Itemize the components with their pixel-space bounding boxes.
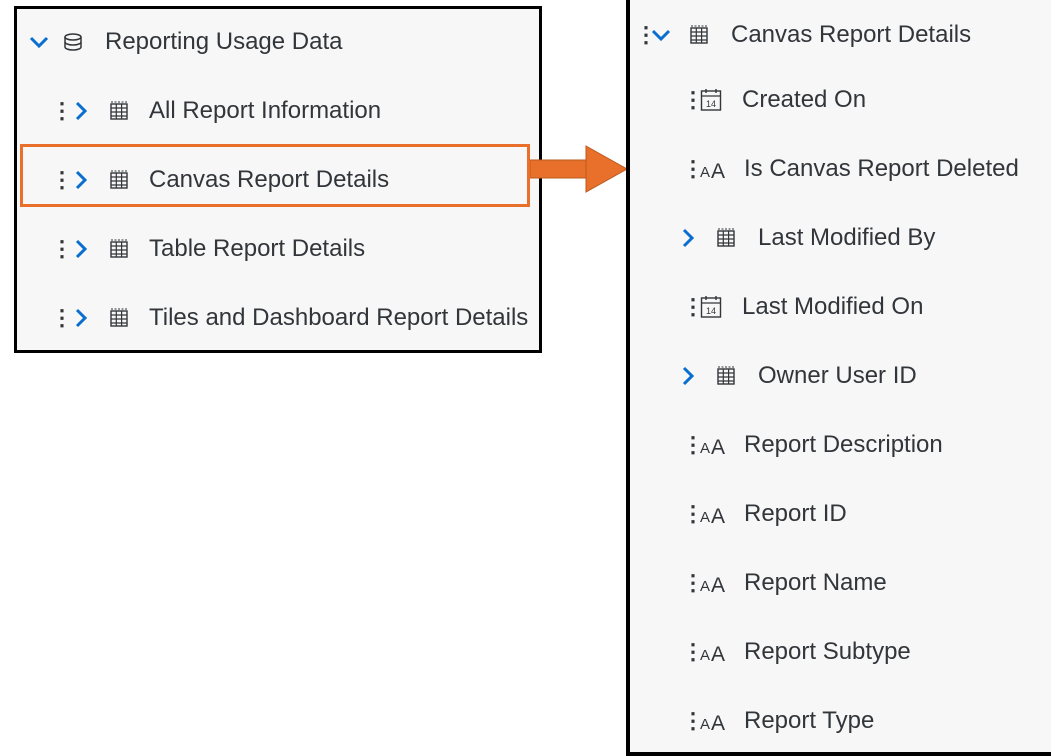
table-icon <box>716 366 736 386</box>
field-label: Last Modified On <box>742 292 924 320</box>
text-type-icon: AA <box>700 572 730 594</box>
table-icon <box>716 228 736 248</box>
text-type-icon: AA <box>700 641 730 663</box>
drag-handle-icon[interactable]: ⋮ <box>51 168 73 191</box>
field-label: Report ID <box>744 499 847 527</box>
chevron-down-icon[interactable] <box>651 28 671 42</box>
field-report-description[interactable]: ⋮ AA Report Description <box>630 410 1051 479</box>
text-type-icon: AA <box>700 158 730 180</box>
field-label: Owner User ID <box>758 361 917 389</box>
chevron-right-icon[interactable] <box>75 308 87 328</box>
table-icon <box>109 239 129 259</box>
drag-handle-icon[interactable]: ⋮ <box>682 295 704 318</box>
field-last-modified-on[interactable]: ⋮ 14 Last Modified On <box>630 272 1051 341</box>
svg-text:A: A <box>711 574 725 594</box>
svg-text:A: A <box>700 509 710 525</box>
tree-item-all-report-information[interactable]: ⋮ All Report Information <box>17 76 539 145</box>
tree-item-canvas-report-details[interactable]: ⋮ Canvas Report Details <box>17 145 539 214</box>
tree-root-canvas-report-details[interactable]: ⋮ Canvas Report Details <box>630 0 1051 69</box>
field-report-type[interactable]: ⋮ AA Report Type <box>630 686 1051 755</box>
svg-text:A: A <box>711 160 725 180</box>
tree-root-reporting-usage-data[interactable]: Reporting Usage Data <box>17 7 539 76</box>
tree-item-label: Canvas Report Details <box>149 165 390 193</box>
field-owner-user-id[interactable]: Owner User ID <box>630 341 1051 410</box>
data-source-tree-panel: Reporting Usage Data ⋮ All Report Inform… <box>14 6 542 353</box>
drag-handle-icon[interactable]: ⋮ <box>635 23 657 46</box>
field-is-canvas-report-deleted[interactable]: ⋮ AA Is Canvas Report Deleted <box>630 134 1051 203</box>
field-label: Last Modified By <box>758 223 936 251</box>
calendar-icon: 14 <box>700 88 722 112</box>
svg-text:A: A <box>711 712 725 732</box>
svg-text:A: A <box>700 716 710 732</box>
field-created-on[interactable]: ⋮ 14 Created On <box>630 65 1051 134</box>
field-report-subtype[interactable]: ⋮ AA Report Subtype <box>630 617 1051 686</box>
tree-item-label: Tiles and Dashboard Report Details <box>149 303 529 331</box>
svg-text:14: 14 <box>706 306 716 316</box>
drag-handle-icon[interactable]: ⋮ <box>682 157 704 180</box>
table-icon <box>109 101 129 121</box>
tree-item-tiles-dashboard-report-details[interactable]: ⋮ Tiles and Dashboard Report Details <box>17 283 539 352</box>
tree-root-label: Canvas Report Details <box>731 20 972 48</box>
svg-text:A: A <box>711 643 725 663</box>
table-icon <box>689 25 709 45</box>
field-label: Report Subtype <box>744 637 911 665</box>
drag-handle-icon[interactable]: ⋮ <box>682 571 704 594</box>
drag-handle-icon[interactable]: ⋮ <box>682 709 704 732</box>
tree-item-table-report-details[interactable]: ⋮ Table Report Details <box>17 214 539 283</box>
tree-item-label: All Report Information <box>149 96 382 124</box>
chevron-right-icon[interactable] <box>682 228 694 248</box>
drag-handle-icon[interactable]: ⋮ <box>51 306 73 329</box>
calendar-icon: 14 <box>700 295 722 319</box>
svg-text:A: A <box>700 647 710 663</box>
table-fields-panel: ⋮ Canvas Report Details ⋮ 14 Created On … <box>626 0 1051 756</box>
field-label: Created On <box>742 85 867 113</box>
chevron-down-icon[interactable] <box>29 35 49 49</box>
chevron-right-icon[interactable] <box>75 101 87 121</box>
field-label: Report Type <box>744 706 875 734</box>
svg-text:A: A <box>700 578 710 594</box>
field-report-id[interactable]: ⋮ AA Report ID <box>630 479 1051 548</box>
drag-handle-icon[interactable]: ⋮ <box>682 88 704 111</box>
svg-text:A: A <box>700 440 710 456</box>
field-label: Is Canvas Report Deleted <box>744 154 1019 182</box>
field-label: Report Description <box>744 430 943 458</box>
table-icon <box>109 308 129 328</box>
field-last-modified-by[interactable]: Last Modified By <box>630 203 1051 272</box>
field-label: Report Name <box>744 568 887 596</box>
text-type-icon: AA <box>700 503 730 525</box>
svg-text:A: A <box>711 505 725 525</box>
chevron-right-icon[interactable] <box>75 170 87 190</box>
drag-handle-icon[interactable]: ⋮ <box>682 640 704 663</box>
drag-handle-icon[interactable]: ⋮ <box>682 433 704 456</box>
drag-handle-icon[interactable]: ⋮ <box>51 237 73 260</box>
tree-root-label: Reporting Usage Data <box>105 27 343 55</box>
drag-handle-icon[interactable]: ⋮ <box>682 502 704 525</box>
chevron-right-icon[interactable] <box>682 366 694 386</box>
chevron-right-icon[interactable] <box>75 239 87 259</box>
field-report-name[interactable]: ⋮ AA Report Name <box>630 548 1051 617</box>
tree-item-label: Table Report Details <box>149 234 366 262</box>
arrow-right-icon <box>530 145 629 193</box>
database-icon <box>63 32 83 52</box>
drag-handle-icon[interactable]: ⋮ <box>51 99 73 122</box>
svg-text:14: 14 <box>706 99 716 109</box>
svg-text:A: A <box>700 164 710 180</box>
table-icon <box>109 170 129 190</box>
text-type-icon: AA <box>700 434 730 456</box>
text-type-icon: AA <box>700 710 730 732</box>
svg-text:A: A <box>711 436 725 456</box>
